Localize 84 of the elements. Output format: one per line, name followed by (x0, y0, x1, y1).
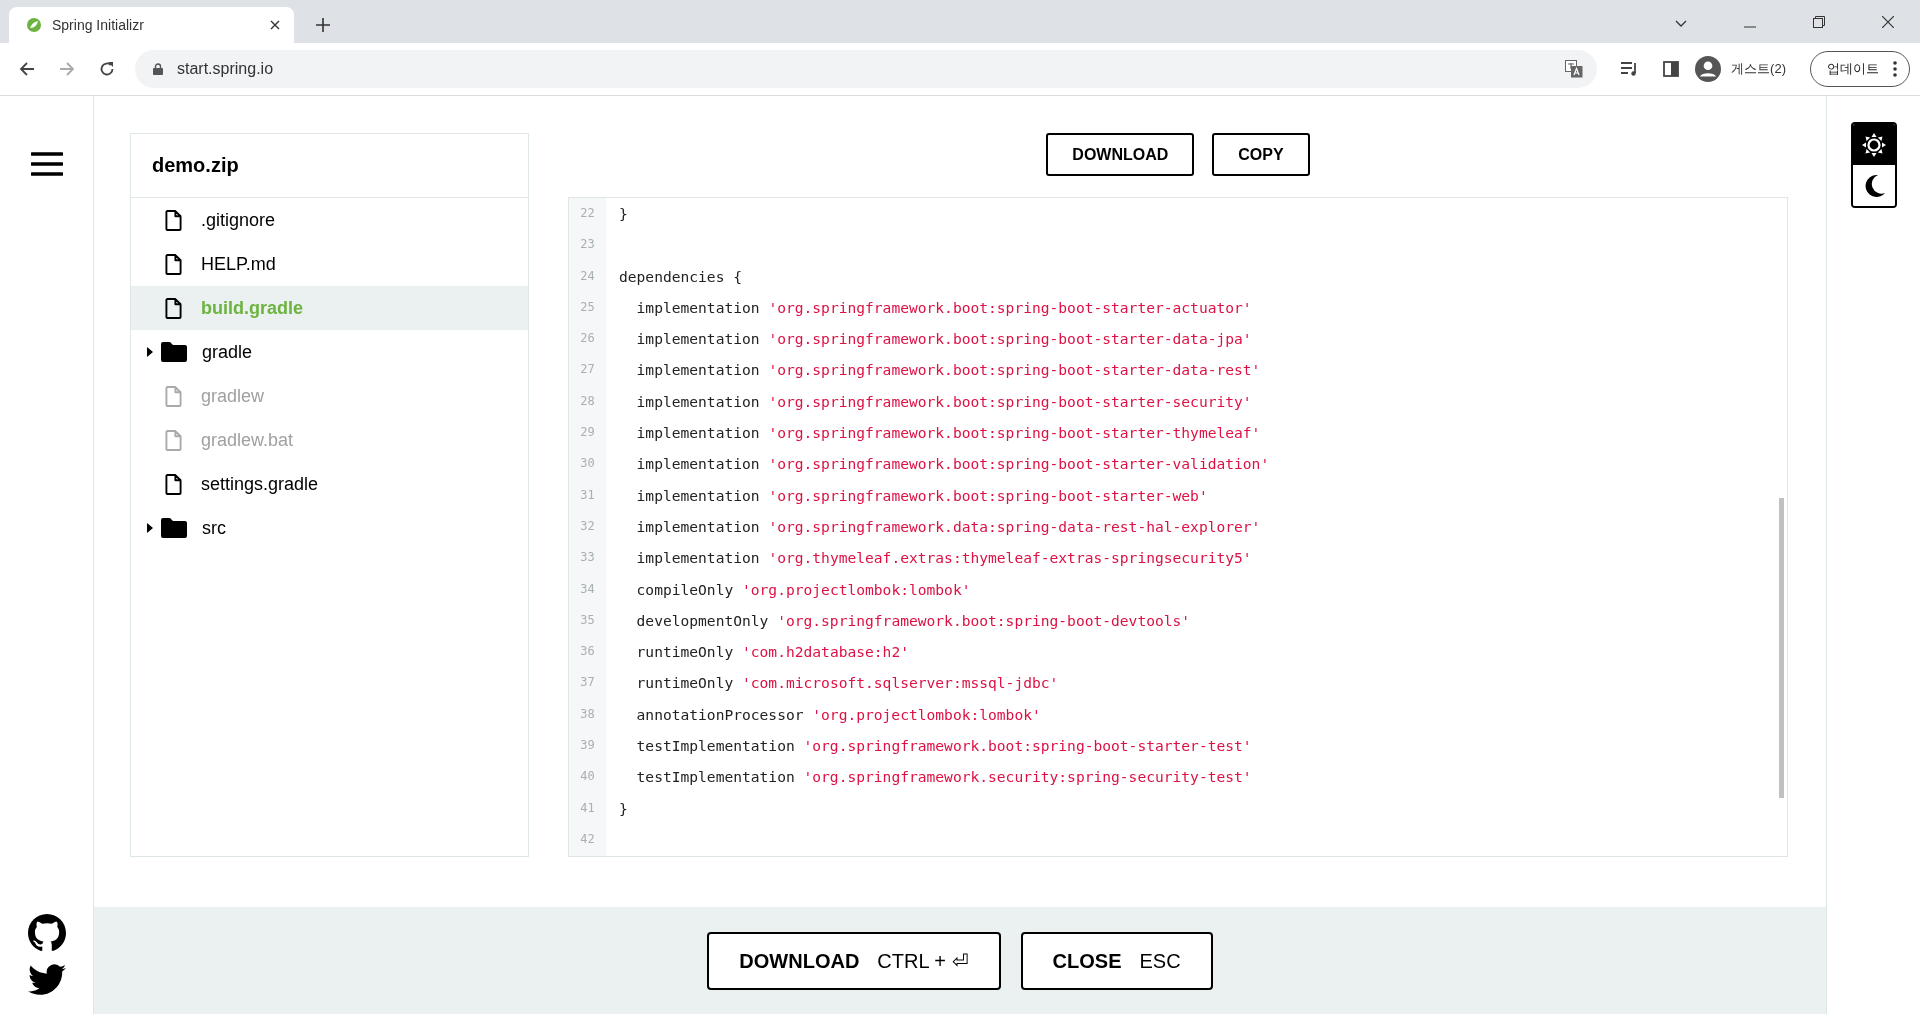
code-line: implementation 'org.springframework.boot:spring-boot-starter-web' (635, 485, 1208, 506)
code-line: runtimeOnly 'com.microsoft.sqlserver:mssql-jdbc' (635, 673, 1059, 694)
footer-button[interactable]: DOWNLOAD CTRL + ⏎ (707, 932, 1001, 990)
reload-icon[interactable] (99, 61, 115, 77)
file-icon (165, 385, 182, 407)
code-line: testImplementation 'org.springframework.boot:spring-boot-starter-test' (635, 736, 1252, 757)
line-number: 35 (579, 611, 596, 629)
line-number: 27 (579, 361, 596, 379)
line-number: 31 (579, 486, 596, 504)
code-line: } (619, 204, 628, 224)
line-number: 26 (579, 330, 596, 348)
file-tree-item[interactable]: HELP.md (131, 242, 528, 286)
line-number: 29 (579, 424, 596, 442)
code-line: dependencies { (619, 266, 742, 287)
line-number: 40 (579, 768, 596, 786)
line-number: 30 (579, 455, 596, 473)
theme-option[interactable] (1852, 124, 1895, 165)
line-number: 22 (579, 205, 596, 222)
folder-icon (161, 342, 187, 362)
leaf-icon (26, 17, 42, 33)
menu-icon[interactable] (30, 152, 63, 176)
file-icon (165, 209, 182, 231)
browser-tab[interactable]: Spring Initializr (9, 7, 294, 43)
close-icon[interactable] (270, 20, 280, 30)
line-number: 28 (579, 392, 596, 410)
file-tree-item[interactable]: gradle (131, 330, 528, 374)
file-tree-item[interactable]: .gitignore (131, 198, 528, 242)
archive-title: demo.zip (152, 154, 239, 177)
code-line: implementation 'org.springframework.data:spring-data-rest-hal-explorer' (635, 516, 1261, 537)
more-vertical-icon (1893, 61, 1897, 77)
file-tree-item[interactable]: settings.gradle (131, 462, 528, 506)
line-number: 41 (579, 799, 596, 817)
code-line: annotationProcessor 'org.projectlombok:lombok' (635, 704, 1041, 725)
restore-icon[interactable] (1813, 16, 1825, 28)
code-line: implementation 'org.springframework.boot:spring-boot-starter-actuator' (635, 297, 1252, 318)
code-line: runtimeOnly 'com.h2database:h2' (635, 642, 909, 663)
code-line: implementation 'org.springframework.boot:spring-boot-starter-data-jpa' (635, 329, 1252, 350)
address-field[interactable]: start.spring.io (135, 50, 1598, 88)
file-tree-item[interactable]: src (131, 506, 528, 550)
line-number: 34 (579, 580, 596, 598)
translate-icon[interactable] (1565, 60, 1584, 78)
scrollbar[interactable] (1779, 498, 1784, 798)
close-icon[interactable] (1882, 16, 1894, 28)
plus-icon[interactable] (316, 18, 330, 32)
back-arrow-icon[interactable] (19, 61, 35, 77)
code-line: implementation 'org.springframework.boot:spring-boot-starter-security' (635, 391, 1252, 412)
sun-icon (1861, 132, 1886, 157)
code-line: } (619, 798, 628, 819)
chevron-down-icon[interactable] (1675, 20, 1687, 28)
caret-icon[interactable] (147, 523, 153, 533)
file-icon (165, 297, 182, 319)
code-line: developmentOnly 'org.springframework.boot:spring-boot-devtools' (635, 610, 1191, 631)
line-number: 39 (579, 737, 596, 755)
file-icon (165, 429, 182, 451)
action-button[interactable]: DOWNLOAD (1046, 133, 1195, 176)
tab-title: Spring Initializr (52, 17, 145, 33)
code-line: compileOnly 'org.projectlombok:lombok' (635, 579, 971, 600)
folder-icon (161, 518, 187, 538)
action-button[interactable]: COPY (1212, 133, 1310, 176)
github-icon[interactable] (27, 914, 66, 952)
line-number: 38 (579, 705, 596, 723)
file-icon (165, 473, 182, 495)
line-number: 25 (579, 298, 596, 316)
code-line: implementation 'org.springframework.boot:spring-boot-starter-validation' (635, 454, 1270, 475)
code-line: implementation 'org.springframework.boot:spring-boot-starter-thymeleaf' (635, 423, 1261, 444)
file-icon (165, 253, 182, 275)
lock-icon (153, 63, 163, 75)
code-line: implementation 'org.thymeleaf.extras:thymeleaf-extras-springsecurity5' (635, 548, 1252, 569)
caret-icon[interactable] (147, 347, 153, 357)
update-button[interactable]: 업데이트 (1810, 51, 1910, 87)
line-number: 36 (579, 643, 596, 661)
line-number: 32 (579, 517, 596, 535)
side-panel-icon[interactable] (1663, 61, 1680, 77)
line-number: 23 (579, 236, 596, 254)
line-number: 24 (579, 267, 596, 285)
avatar-icon (1695, 56, 1722, 82)
line-number: 37 (579, 674, 596, 692)
code-line: implementation 'org.springframework.boot:spring-boot-starter-data-rest' (635, 360, 1261, 381)
code-line: testImplementation 'org.springframework.security:spring-security-test' (635, 767, 1252, 788)
line-number: 42 (579, 830, 596, 848)
profile-button[interactable]: 게스트(2) (1695, 56, 1786, 82)
footer-button[interactable]: CLOSE ESC (1020, 932, 1213, 990)
bird-icon[interactable] (27, 964, 66, 996)
line-number: 33 (579, 549, 596, 567)
